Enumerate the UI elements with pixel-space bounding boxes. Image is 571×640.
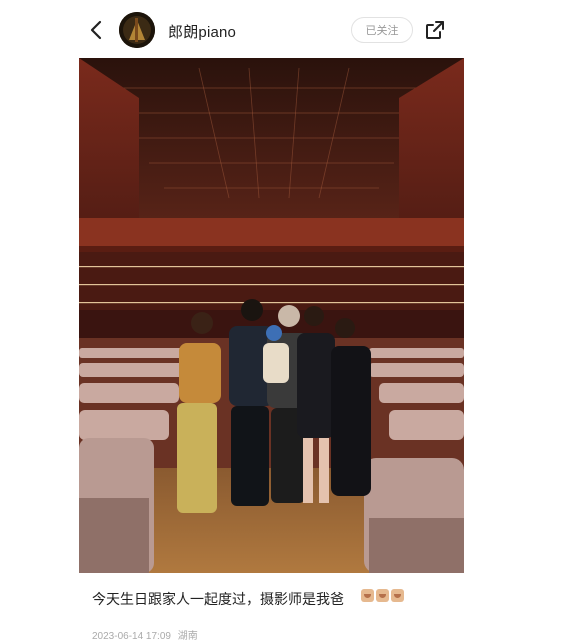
post-caption: 今天生日跟家人一起度过，摄影师是我爸: [92, 591, 344, 607]
share-button[interactable]: [424, 19, 446, 41]
face-emoji-icon: [391, 589, 404, 602]
post-header: 郎朗piano 已关注: [0, 0, 571, 60]
post-photo[interactable]: [79, 58, 464, 573]
face-emoji-icon: [361, 589, 374, 602]
avatar[interactable]: [119, 12, 155, 48]
post-location: 湖南: [177, 631, 198, 640]
post-meta: 2023-06-14 17:09 湖南: [92, 627, 198, 640]
post-date: 2023-06-14 17:09: [92, 631, 171, 640]
follow-button[interactable]: 已关注: [351, 17, 413, 43]
share-icon: [426, 21, 444, 39]
face-emoji-icon: [376, 589, 389, 602]
back-button[interactable]: [86, 18, 108, 42]
username[interactable]: 郎朗piano: [168, 21, 236, 42]
chevron-left-icon: [90, 20, 102, 40]
post-detail-page: 郎朗piano 已关注 今天生日跟家人一起度过，摄影师是我爸 2023-06-1…: [0, 0, 571, 640]
caption-emojis: [361, 589, 406, 605]
